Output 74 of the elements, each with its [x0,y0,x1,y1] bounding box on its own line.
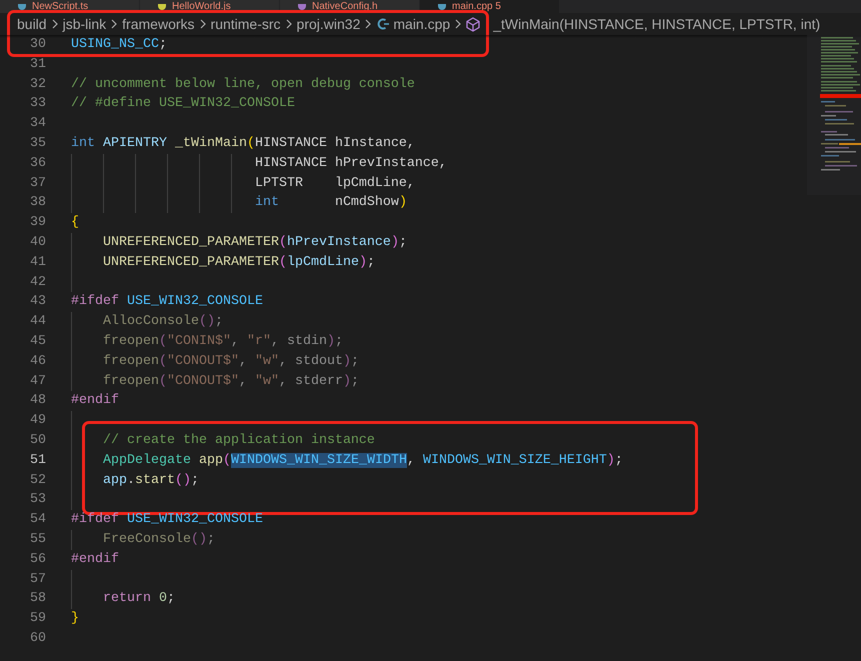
breadcrumb-item[interactable]: jsb-link [62,16,106,32]
line-number: 45 [29,332,46,351]
line-number: 41 [29,254,46,272]
chevron-icon [284,18,294,30]
breadcrumb-item[interactable]: runtime-src [210,16,281,32]
chevron-icon [50,18,60,30]
code-line: #ifdef USE_WIN32_CONSOLE [71,511,263,530]
line-number: 32 [29,76,46,94]
line-number: 33 [29,95,46,114]
line-number: 30 [29,36,46,54]
line-number: 54 [29,511,46,530]
line-number: 47 [29,372,46,391]
code-line: freopen("CONOUT$", "w", stderr); [102,372,359,391]
breadcrumb-item[interactable]: frameworks [122,16,195,32]
file-icon [18,4,26,10]
line-number: 53 [29,491,46,510]
code-line: int nCmdShow) [254,194,407,212]
line-number: 38 [29,194,46,212]
code-line: #ifdef USE_WIN32_CONSOLE [71,293,263,312]
line-number: 43 [29,293,46,312]
code-line: // #define USE_WIN32_CONSOLE [71,95,295,114]
code-line: UNREFERENCED_PARAMETER(hPrevInstance); [102,234,407,252]
line-number: 35 [29,134,46,153]
line-number: 56 [29,550,46,569]
line-number: 44 [29,313,46,332]
code-line: HINSTANCE hPrevInstance, [254,154,447,173]
line-number: 39 [29,214,46,232]
line-number: 37 [29,174,46,193]
line-number: 31 [29,56,46,74]
line-number: 50 [29,432,46,450]
code-line: FreeConsole(); [102,530,215,549]
breadcrumb-item[interactable]: proj.win32 [296,16,360,32]
line-number: 58 [29,590,46,608]
line-number: 34 [29,115,46,134]
code-line: } [71,610,79,628]
line-number: 40 [29,234,46,252]
chevron-icon [453,18,464,30]
chevron-icon [109,18,120,30]
line-number: 48 [29,392,46,410]
line-number: 57 [29,570,46,589]
code-line: UNREFERENCED_PARAMETER(lpCmdLine); [102,254,375,272]
code-line: #endif [71,392,119,410]
code-line: int APIENTRY _tWinMain(HINSTANCE hInstance, [71,134,415,153]
code-line: LPTSTR lpCmdLine, [254,174,415,193]
breadcrumb-item[interactable]: main.cpp [393,16,450,32]
line-number: 51 [29,452,46,470]
chevron-icon [363,18,374,30]
line-number: 49 [29,412,46,430]
line-number: 59 [29,610,46,628]
code-line: // create the application instance [102,432,375,450]
code-line: AppDelegate app(WINDOWS_WIN_SIZE_WIDTH, WINDOWS_WIN_SIZE_HEIGHT); [102,452,623,470]
code-line: { [71,214,79,232]
cpp-file-icon [376,17,390,31]
breadcrumb-item[interactable]: build [17,16,47,32]
code-line: // uncomment below line, open debug console [71,76,415,94]
line-number: 60 [29,630,46,648]
line-number: 55 [29,530,46,549]
code-line: freopen("CONOUT$", "w", stdout); [102,352,359,371]
code-line: #endif [71,550,119,569]
code-line: AllocConsole(); [102,313,223,332]
line-number: 46 [29,352,46,371]
file-icon [438,4,446,10]
file-icon [158,4,166,10]
file-icon [298,4,306,10]
code-line: USING_NS_CC; [71,36,167,54]
line-number: 42 [29,274,46,292]
line-number: 36 [29,154,46,173]
code-line: freopen("CONIN$", "r", stdin); [102,332,343,351]
line-number: 52 [29,472,46,490]
code-line: return 0; [102,590,175,608]
code-line: app.start(); [102,472,199,490]
cube-icon [466,16,480,32]
breadcrumb-item[interactable]: _tWinMain(HINSTANCE, HINSTANCE, LPTSTR, int) [493,16,820,32]
chevron-icon [198,18,208,30]
